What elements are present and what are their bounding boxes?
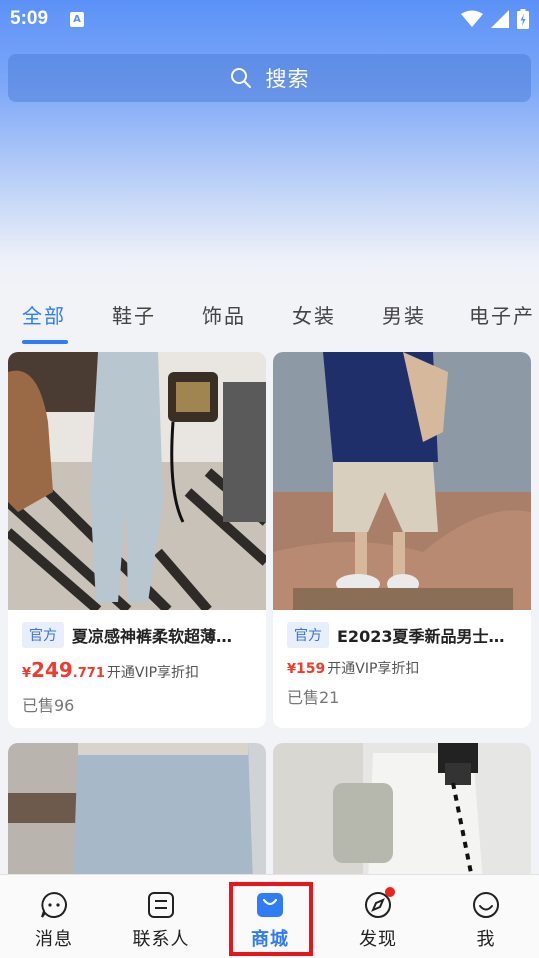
product-card[interactable] bbox=[8, 743, 266, 883]
tab-all[interactable]: 全部 bbox=[22, 300, 66, 329]
compass-icon bbox=[364, 887, 395, 919]
header-gradient bbox=[0, 0, 539, 290]
tab-electronics[interactable]: 电子产 bbox=[469, 300, 535, 329]
chat-bubble-icon bbox=[40, 891, 68, 919]
product-title: E2023夏季新品男士… bbox=[337, 627, 505, 646]
search-label: 搜索 bbox=[265, 67, 310, 91]
highlight-box bbox=[229, 882, 313, 956]
tab-shoes[interactable]: 鞋子 bbox=[112, 300, 156, 329]
wifi-icon bbox=[461, 10, 483, 27]
battery-icon bbox=[517, 9, 529, 29]
product-card[interactable]: 官方 E2023夏季新品男士… ¥ 159 开通VIP享折扣 已售21 bbox=[273, 352, 531, 728]
search-icon bbox=[230, 68, 251, 88]
nav-messages[interactable]: 消息 bbox=[32, 875, 76, 958]
nav-discover[interactable]: 发现 bbox=[356, 875, 400, 958]
product-image bbox=[8, 743, 266, 883]
vip-discount-label[interactable]: 开通VIP享折扣 bbox=[327, 658, 419, 678]
active-tab-indicator bbox=[22, 340, 68, 344]
sold-count: 已售96 bbox=[22, 696, 75, 715]
sold-count: 已售21 bbox=[287, 688, 340, 707]
vip-discount-label[interactable]: 开通VIP享折扣 bbox=[107, 662, 199, 682]
product-card[interactable] bbox=[273, 743, 531, 883]
category-tabs: 全部 鞋子 饰品 女装 男装 电子产 bbox=[0, 292, 539, 348]
search-bar[interactable]: 搜索 bbox=[8, 54, 531, 102]
tab-womens[interactable]: 女装 bbox=[292, 300, 336, 329]
product-title: 夏凉感神裤柔软超薄… bbox=[72, 627, 233, 646]
notification-icon: A bbox=[70, 11, 85, 27]
price: ¥ 159 开通VIP享折扣 bbox=[287, 658, 517, 678]
signal-icon bbox=[491, 10, 509, 28]
status-bar: 5:09 A bbox=[0, 0, 539, 38]
product-image bbox=[273, 352, 531, 610]
product-card[interactable]: 官方 夏凉感神裤柔软超薄… ¥ 249 .771 开通VIP享折扣 已售96 bbox=[8, 352, 266, 728]
nav-me[interactable]: 我 bbox=[466, 875, 506, 958]
official-badge: 官方 bbox=[287, 622, 329, 648]
notification-dot bbox=[385, 887, 395, 897]
product-image bbox=[273, 743, 531, 883]
smiley-icon bbox=[472, 891, 500, 919]
contacts-icon bbox=[147, 891, 175, 919]
tab-mens[interactable]: 男装 bbox=[382, 300, 426, 329]
tab-accessories[interactable]: 饰品 bbox=[202, 300, 246, 329]
nav-contacts[interactable]: 联系人 bbox=[128, 875, 194, 958]
official-badge: 官方 bbox=[22, 622, 64, 648]
price: ¥ 249 .771 开通VIP享折扣 bbox=[22, 658, 200, 682]
status-time: 5:09 bbox=[10, 8, 49, 29]
product-image bbox=[8, 352, 266, 610]
